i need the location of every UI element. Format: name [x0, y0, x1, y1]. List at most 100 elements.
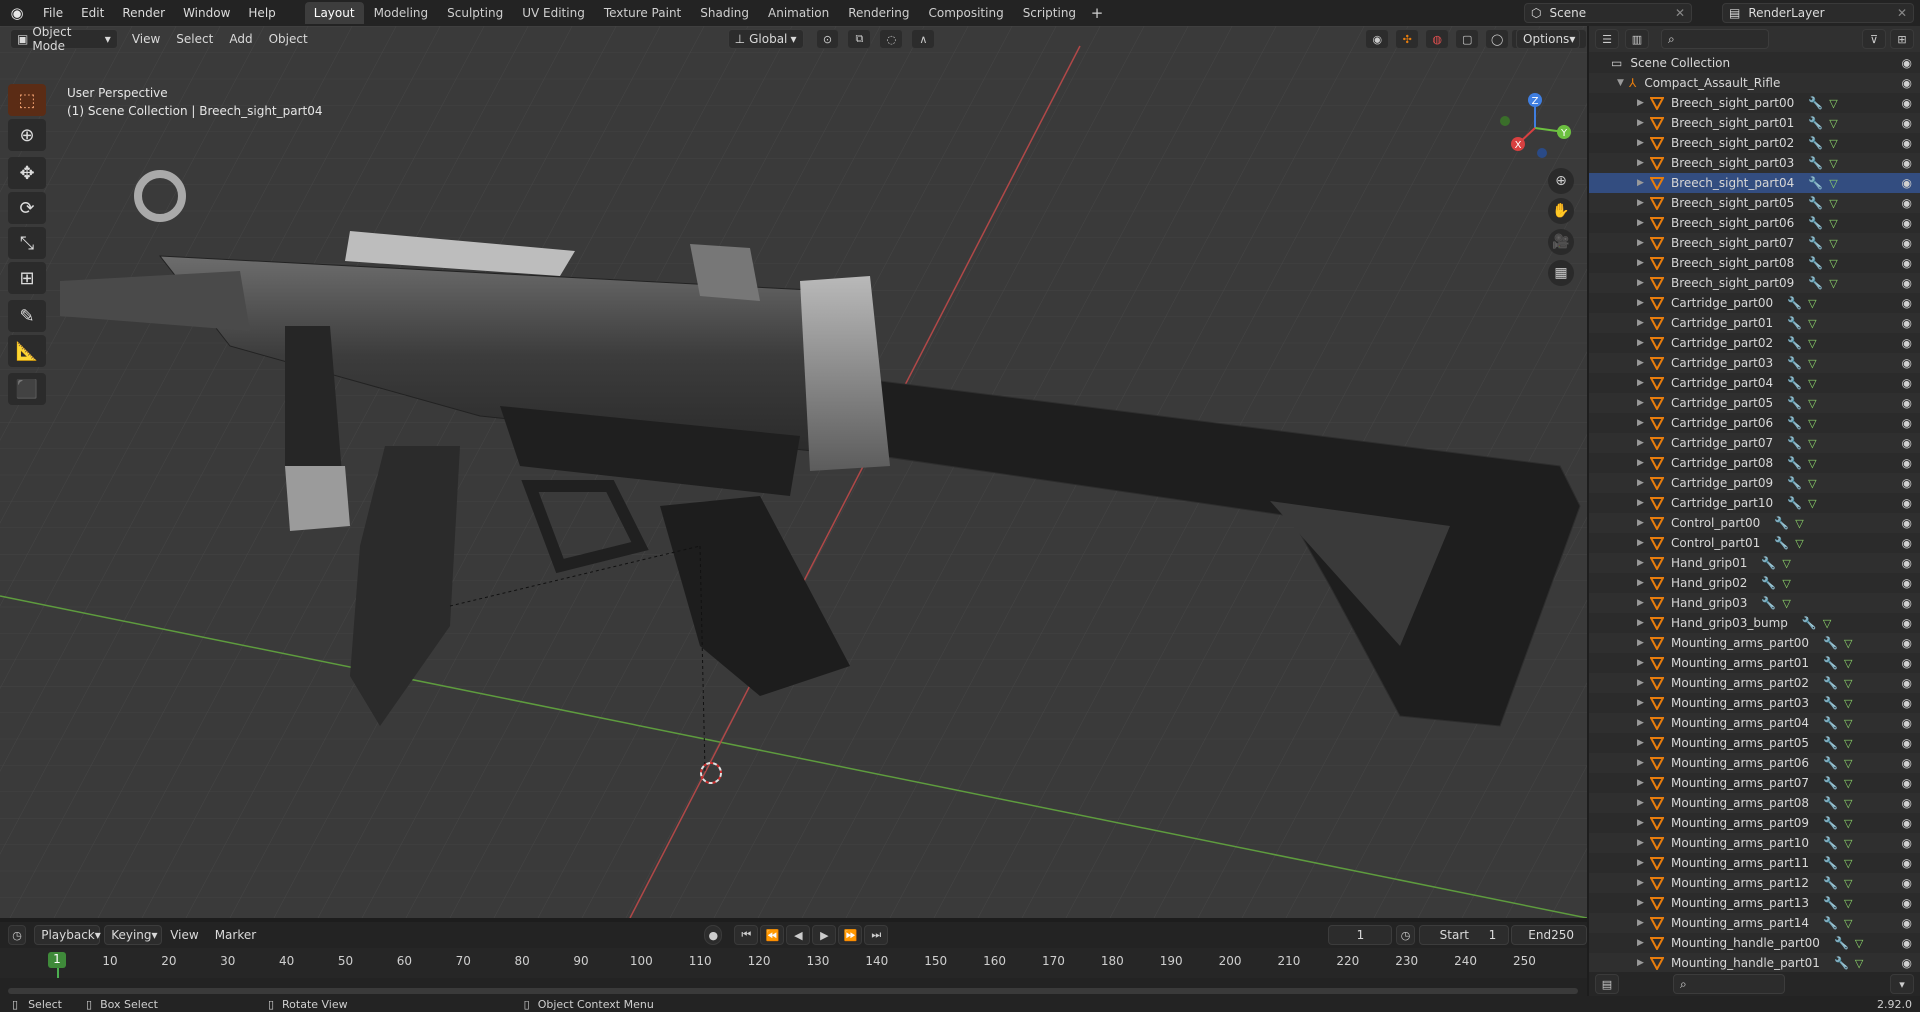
- annotate-tool-icon[interactable]: ✎: [8, 300, 46, 332]
- expand-icon[interactable]: ▶: [1637, 438, 1649, 448]
- eye-icon[interactable]: ◉: [1902, 776, 1912, 790]
- gizmo-icon[interactable]: ✣: [1395, 29, 1420, 49]
- outliner-item[interactable]: ▶ Breech_sight_part01 🔧 ▽ ◉: [1589, 113, 1920, 133]
- expand-icon[interactable]: ▶: [1637, 258, 1649, 268]
- prev-keyframe-icon[interactable]: ⏪: [760, 925, 785, 945]
- xray-icon[interactable]: ▢: [1455, 29, 1480, 49]
- modifier-wrench-icon[interactable]: 🔧: [1823, 756, 1838, 770]
- modifier-wrench-icon[interactable]: 🔧: [1808, 256, 1823, 270]
- modifier-wrench-icon[interactable]: 🔧: [1761, 576, 1776, 590]
- modifier-wrench-icon[interactable]: 🔧: [1823, 876, 1838, 890]
- eye-icon[interactable]: ◉: [1902, 576, 1912, 590]
- zoom-icon[interactable]: ⊕: [1548, 168, 1574, 194]
- eye-icon[interactable]: ◉: [1902, 336, 1912, 350]
- chevron-down-icon[interactable]: ▾: [1890, 974, 1914, 994]
- new-collection-icon[interactable]: ⊞: [1890, 29, 1914, 49]
- modifier-wrench-icon[interactable]: 🔧: [1823, 816, 1838, 830]
- eye-icon[interactable]: ◉: [1902, 436, 1912, 450]
- expand-icon[interactable]: ▶: [1637, 98, 1649, 108]
- tab-uv-editing[interactable]: UV Editing: [513, 2, 594, 24]
- mesh-data-icon[interactable]: ▽: [1844, 817, 1852, 830]
- outliner-item[interactable]: ▶ Hand_grip01 🔧 ▽ ◉: [1589, 553, 1920, 573]
- modifier-wrench-icon[interactable]: 🔧: [1823, 796, 1838, 810]
- add-workspace-button[interactable]: +: [1086, 4, 1108, 22]
- mesh-data-icon[interactable]: ▽: [1795, 517, 1803, 530]
- mesh-data-icon[interactable]: ▽: [1808, 437, 1816, 450]
- mesh-data-icon[interactable]: ▽: [1829, 277, 1837, 290]
- modifier-wrench-icon[interactable]: 🔧: [1808, 116, 1823, 130]
- eye-icon[interactable]: ◉: [1902, 156, 1912, 170]
- modifier-wrench-icon[interactable]: 🔧: [1823, 896, 1838, 910]
- scene-selector[interactable]: ⬡ Scene ✕: [1524, 3, 1692, 23]
- outliner-item[interactable]: ▶ Cartridge_part08 🔧 ▽ ◉: [1589, 453, 1920, 473]
- outliner-item[interactable]: ▶ Control_part00 🔧 ▽ ◉: [1589, 513, 1920, 533]
- eye-icon[interactable]: ◉: [1902, 716, 1912, 730]
- expand-icon[interactable]: ▶: [1637, 538, 1649, 548]
- expand-icon[interactable]: ▶: [1637, 678, 1649, 688]
- filter-icon[interactable]: ⊽: [1862, 29, 1886, 49]
- tab-sculpting[interactable]: Sculpting: [438, 2, 512, 24]
- outliner-item[interactable]: ▶ Mounting_arms_part03 🔧 ▽ ◉: [1589, 693, 1920, 713]
- eye-icon[interactable]: ◉: [1902, 316, 1912, 330]
- eye-icon[interactable]: ◉: [1902, 276, 1912, 290]
- outliner-item[interactable]: ▶ Cartridge_part00 🔧 ▽ ◉: [1589, 293, 1920, 313]
- eye-icon[interactable]: ◉: [1902, 936, 1912, 950]
- tab-compositing[interactable]: Compositing: [919, 2, 1012, 24]
- falloff-icon[interactable]: ∧: [911, 29, 936, 49]
- expand-icon[interactable]: ▶: [1637, 138, 1649, 148]
- collection-row[interactable]: ▼ ⅄ Compact_Assault_Rifle ◉: [1589, 73, 1920, 93]
- modifier-wrench-icon[interactable]: 🔧: [1834, 936, 1849, 950]
- wireframe-shading-icon[interactable]: ◯: [1485, 29, 1510, 49]
- viewport-menu-object[interactable]: Object: [261, 32, 316, 46]
- outliner-item[interactable]: ▶ Cartridge_part06 🔧 ▽ ◉: [1589, 413, 1920, 433]
- modifier-wrench-icon[interactable]: 🔧: [1787, 356, 1802, 370]
- expand-icon[interactable]: ▶: [1637, 518, 1649, 528]
- outliner-item[interactable]: ▶ Control_part01 🔧 ▽ ◉: [1589, 533, 1920, 553]
- outliner-item[interactable]: ▶ Breech_sight_part09 🔧 ▽ ◉: [1589, 273, 1920, 293]
- mesh-data-icon[interactable]: ▽: [1855, 957, 1863, 970]
- outliner-item[interactable]: ▶ Mounting_arms_part07 🔧 ▽ ◉: [1589, 773, 1920, 793]
- expand-icon[interactable]: ▶: [1637, 878, 1649, 888]
- mesh-data-icon[interactable]: ▽: [1844, 657, 1852, 670]
- outliner-item[interactable]: ▶ Mounting_arms_part05 🔧 ▽ ◉: [1589, 733, 1920, 753]
- outliner-item[interactable]: ▶ Mounting_arms_part12 🔧 ▽ ◉: [1589, 873, 1920, 893]
- modifier-wrench-icon[interactable]: 🔧: [1823, 836, 1838, 850]
- modifier-wrench-icon[interactable]: 🔧: [1774, 516, 1789, 530]
- modifier-wrench-icon[interactable]: 🔧: [1823, 636, 1838, 650]
- play-icon[interactable]: ▶: [812, 925, 837, 945]
- eye-icon[interactable]: ◉: [1902, 456, 1912, 470]
- close-icon[interactable]: ✕: [1675, 6, 1685, 20]
- tab-animation[interactable]: Animation: [759, 2, 838, 24]
- expand-icon[interactable]: ▶: [1637, 158, 1649, 168]
- mesh-data-icon[interactable]: ▽: [1808, 297, 1816, 310]
- mesh-data-icon[interactable]: ▽: [1855, 937, 1863, 950]
- expand-icon[interactable]: ▶: [1637, 238, 1649, 248]
- modifier-wrench-icon[interactable]: 🔧: [1834, 956, 1849, 970]
- outliner-item[interactable]: ▶ Cartridge_part01 🔧 ▽ ◉: [1589, 313, 1920, 333]
- outliner-item[interactable]: ▶ Hand_grip02 🔧 ▽ ◉: [1589, 573, 1920, 593]
- modifier-wrench-icon[interactable]: 🔧: [1787, 396, 1802, 410]
- mesh-data-icon[interactable]: ▽: [1782, 577, 1790, 590]
- eye-icon[interactable]: ◉: [1902, 736, 1912, 750]
- eye-icon[interactable]: ◉: [1902, 756, 1912, 770]
- outliner-item[interactable]: ▶ Breech_sight_part08 🔧 ▽ ◉: [1589, 253, 1920, 273]
- options-dropdown[interactable]: Options ▾: [1516, 29, 1580, 49]
- close-icon[interactable]: ✕: [1897, 6, 1907, 20]
- viewport-menu-view[interactable]: View: [124, 32, 168, 46]
- menu-file[interactable]: File: [34, 0, 72, 26]
- modifier-wrench-icon[interactable]: 🔧: [1787, 376, 1802, 390]
- preview-range-icon[interactable]: ◷: [1396, 925, 1415, 945]
- modifier-wrench-icon[interactable]: 🔧: [1808, 176, 1823, 190]
- eye-icon[interactable]: ◉: [1902, 196, 1912, 210]
- expand-icon[interactable]: ▶: [1637, 838, 1649, 848]
- timeline-marker-menu[interactable]: Marker: [207, 928, 264, 942]
- mesh-data-icon[interactable]: ▽: [1844, 837, 1852, 850]
- outliner-item[interactable]: ▶ Breech_sight_part02 🔧 ▽ ◉: [1589, 133, 1920, 153]
- modifier-wrench-icon[interactable]: 🔧: [1787, 476, 1802, 490]
- modifier-wrench-icon[interactable]: 🔧: [1808, 216, 1823, 230]
- expand-icon[interactable]: ▶: [1637, 798, 1649, 808]
- select-box-tool-icon[interactable]: ⬚: [8, 84, 46, 116]
- mesh-data-icon[interactable]: ▽: [1844, 697, 1852, 710]
- mesh-data-icon[interactable]: ▽: [1808, 397, 1816, 410]
- eye-icon[interactable]: ◉: [1902, 76, 1912, 90]
